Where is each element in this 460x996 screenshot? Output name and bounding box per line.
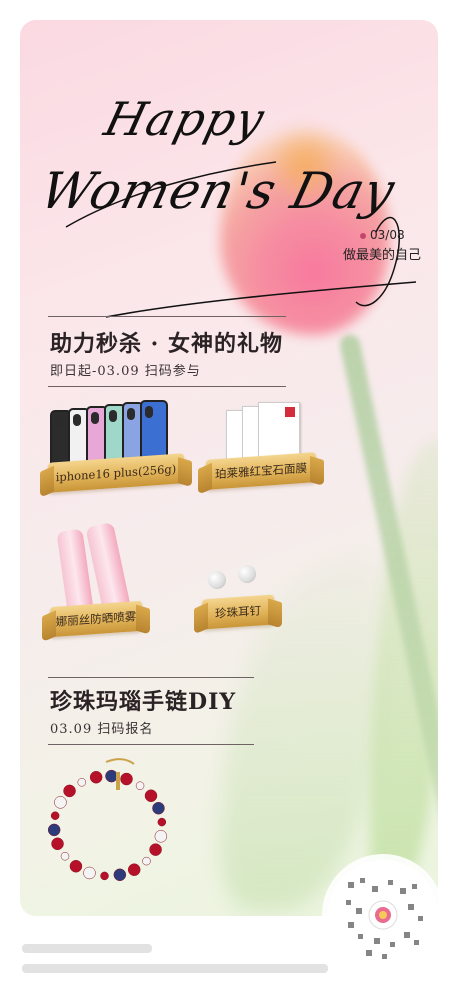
footer-contact: [22, 944, 152, 953]
bead: [135, 781, 145, 791]
qr-code[interactable]: [328, 860, 438, 970]
bead: [89, 770, 103, 784]
bead: [120, 772, 133, 786]
divider: [48, 744, 254, 745]
bead: [47, 823, 61, 837]
bead: [50, 811, 60, 820]
bead: [142, 856, 151, 866]
bead: [149, 843, 162, 856]
bracelet-icon: [47, 758, 168, 882]
headline-happy: Happy: [99, 92, 271, 146]
qr-icon: [346, 878, 423, 959]
bead: [113, 868, 127, 882]
product-iphone[interactable]: iphone16 plus(256g): [44, 400, 194, 500]
flash-sale-subtitle: 即日起-03.09 扫码参与: [50, 364, 201, 379]
bead: [77, 778, 87, 787]
product-label: 娜丽丝防晒喷雾: [50, 600, 142, 638]
bead: [152, 801, 165, 815]
product-pearl-earrings[interactable]: 珍珠耳钉: [196, 555, 296, 635]
divider: [48, 677, 254, 678]
footer-address: [22, 964, 328, 973]
bead: [157, 817, 167, 827]
bead: [54, 796, 67, 809]
flash-sale-title: 助力秒杀 · 女神的礼物: [50, 331, 283, 357]
product-face-mask[interactable]: 珀莱雅红宝石面膜: [200, 400, 330, 500]
divider: [48, 386, 286, 387]
bead: [83, 866, 96, 880]
swash-icon: [65, 161, 417, 318]
bead: [105, 769, 118, 783]
bead: [51, 837, 64, 851]
product-sunscreen[interactable]: 娜丽丝防晒喷雾: [44, 520, 194, 650]
bead: [60, 851, 70, 861]
bead: [154, 830, 168, 843]
bead: [144, 789, 158, 803]
diy-subtitle: 03.09 扫码报名: [50, 722, 154, 737]
divider: [48, 316, 286, 317]
product-label: 珀莱雅红宝石面膜: [206, 452, 316, 490]
tagline: 做最美的自己: [343, 248, 422, 263]
bead: [100, 871, 109, 881]
date-dot: [360, 233, 366, 239]
headline-womens-day: Women's Day: [34, 162, 401, 220]
diy-title: 珍珠玛瑙手链DIY: [50, 689, 237, 715]
bead: [63, 784, 76, 798]
bead: [127, 863, 141, 876]
event-date: 03/08: [370, 228, 405, 242]
product-label: 珍珠耳钉: [202, 594, 274, 630]
bead: [69, 859, 83, 873]
